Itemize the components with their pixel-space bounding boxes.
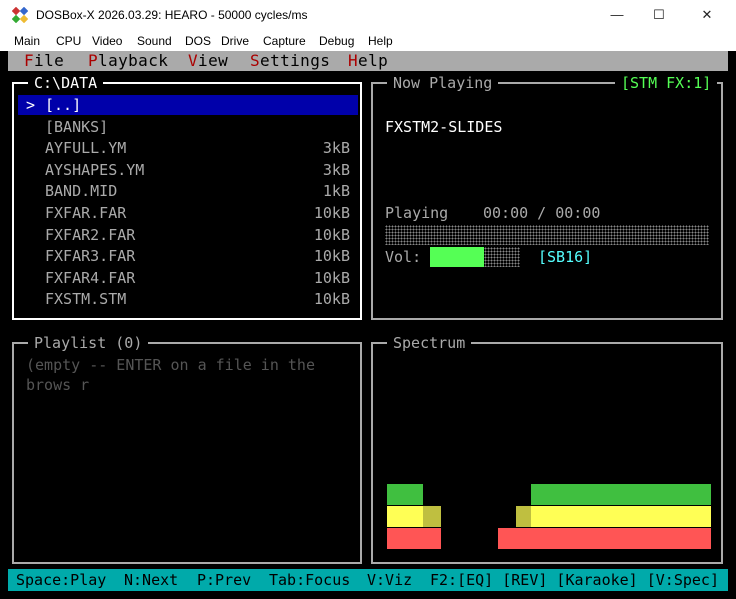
spectrum-bar-segment — [438, 506, 442, 527]
window-titlebar: DOSBox-X 2026.03.29: HEARO - 50000 cycle… — [0, 0, 736, 31]
file-row[interactable]: BAND.MID 1kB — [18, 181, 358, 201]
file-size: 10kB — [313, 268, 350, 287]
minimize-button[interactable]: — — [594, 3, 640, 27]
file-row[interactable]: AYFULL.YM 3kB — [18, 138, 358, 158]
spectrum-title: Spectrum — [387, 333, 472, 353]
file-name: [..] — [45, 96, 82, 114]
app-menu-view[interactable]: View — [188, 51, 228, 71]
spectrum-bar-segment — [420, 484, 424, 505]
spectrum-bar-segment — [708, 484, 712, 505]
output-device: [SB16] — [538, 248, 593, 266]
file-name: FXFAR3.FAR — [45, 247, 136, 266]
file-name: FXFAR.FAR — [45, 204, 127, 222]
file-row[interactable]: > [..] — [18, 95, 358, 115]
status-hint-prev: P:Prev — [197, 571, 252, 589]
menu-capture[interactable]: Capture — [263, 34, 306, 48]
volume-bar[interactable] — [430, 247, 520, 267]
volume-label: Vol: — [385, 248, 422, 266]
now-playing-panel: Now Playing [STM FX:1] FXSTM2-SLIDES Pla… — [371, 73, 723, 320]
menu-main[interactable]: Main — [14, 34, 40, 48]
file-name: [BANKS] — [45, 117, 109, 136]
spectrum-panel: Spectrum — [371, 333, 723, 564]
close-button[interactable]: ✕ — [684, 3, 730, 27]
maximize-button[interactable]: ☐ — [636, 3, 682, 27]
playlist-empty-text: (empty -- ENTER on a file in the brows r — [26, 356, 315, 394]
spectrum-bar-segment — [708, 528, 712, 549]
file-row[interactable]: AYSHAPES.YM 3kB — [18, 160, 358, 180]
file-browser-panel: C:\DATA > [..] [BANKS] AYFULL.YM 3kB AYSHAPES… — [12, 73, 362, 320]
file-size: 10kB — [313, 225, 350, 244]
file-name: BAND.MID — [45, 182, 118, 201]
volume-fill — [430, 247, 484, 267]
menu-drive[interactable]: Drive — [221, 34, 249, 48]
menu-dos[interactable]: DOS — [185, 34, 211, 48]
file-size: 10kB — [313, 204, 350, 222]
app-menu-settings[interactable]: Settings — [250, 51, 330, 71]
playlist-panel: Playlist (0) (empty -- ENTER on a file i… — [12, 333, 362, 564]
status-hint-viz: V:Viz — [367, 571, 413, 589]
file-size: 1kB — [322, 182, 350, 201]
dos-screen: File Playback View Settings Help C:\DATA… — [8, 51, 728, 593]
file-size: 3kB — [322, 139, 350, 158]
status-hint-next: N:Next — [124, 571, 179, 589]
spectrum-bar-segment — [438, 528, 442, 549]
spectrum-visualizer — [387, 484, 712, 550]
file-size: 3kB — [322, 160, 350, 179]
format-badge: [STM FX:1] — [615, 73, 718, 93]
dosbox-icon — [12, 7, 28, 23]
window-title: DOSBox-X 2026.03.29: HEARO - 50000 cycle… — [36, 8, 308, 22]
play-state: Playing — [385, 204, 449, 222]
file-name: AYFULL.YM — [45, 139, 127, 158]
host-menubar: Main CPU Video Sound DOS Drive Capture D… — [0, 31, 736, 51]
browser-path: C:\DATA — [28, 73, 104, 93]
file-row[interactable]: FXFAR4.FAR 10kB — [18, 268, 358, 288]
app-menu-file[interactable]: File — [24, 51, 64, 71]
status-hint-play: Space:Play — [16, 571, 107, 589]
status-hint-effects: F2:[EQ] [REV] [Karaoke] [V:Spec] — [430, 571, 719, 589]
spectrum-bar-segment — [708, 506, 712, 527]
play-time: 00:00 / 00:00 — [483, 204, 601, 222]
menu-help[interactable]: Help — [368, 34, 393, 48]
status-hint-focus: Tab:Focus — [269, 571, 351, 589]
status-bar: Space:Play N:Next P:Prev Tab:Focus V:Viz… — [8, 569, 728, 591]
file-row[interactable]: FXSTM.STM 10kB — [18, 289, 358, 309]
file-size: 10kB — [313, 290, 350, 309]
selection-arrow-icon: > — [26, 96, 36, 114]
progress-bar[interactable] — [385, 225, 709, 245]
file-row[interactable]: [BANKS] — [18, 117, 358, 137]
app-menubar: File Playback View Settings Help — [8, 51, 728, 71]
menu-video[interactable]: Video — [92, 34, 122, 48]
file-row[interactable]: FXFAR2.FAR 10kB — [18, 225, 358, 245]
menu-debug[interactable]: Debug — [319, 34, 354, 48]
file-row[interactable]: FXFAR3.FAR 10kB — [18, 246, 358, 266]
menu-cpu[interactable]: CPU — [56, 34, 81, 48]
playlist-title: Playlist (0) — [28, 333, 149, 353]
now-playing-title: Now Playing — [387, 73, 499, 93]
menu-sound[interactable]: Sound — [137, 34, 172, 48]
file-name: FXSTM.STM — [45, 290, 127, 309]
app-menu-help[interactable]: Help — [348, 51, 388, 71]
file-name: AYSHAPES.YM — [45, 160, 145, 179]
file-row[interactable]: FXFAR.FAR 10kB — [18, 203, 358, 223]
file-size: 10kB — [313, 247, 350, 266]
track-name: FXSTM2-SLIDES — [385, 118, 503, 136]
file-name: FXFAR2.FAR — [45, 225, 136, 244]
file-name: FXFAR4.FAR — [45, 268, 136, 287]
app-menu-playback[interactable]: Playback — [88, 51, 168, 71]
